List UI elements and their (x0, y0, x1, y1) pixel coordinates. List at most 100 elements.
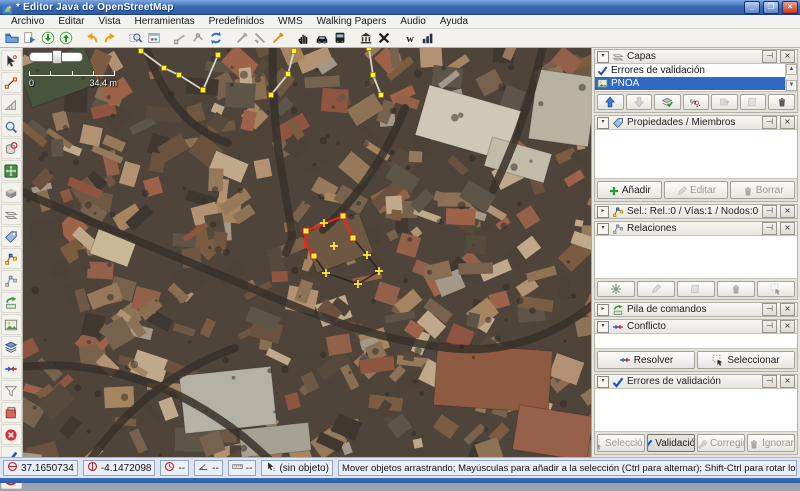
properties-dialog-toggle[interactable] (1, 314, 22, 335)
add-property-button[interactable]: Añadir (597, 181, 662, 199)
layer-up-button[interactable] (597, 94, 624, 110)
relations-collapse-toggle[interactable]: ▾ (597, 223, 609, 235)
scroll-down-icon[interactable]: ▼ (786, 80, 797, 91)
manual-preset-button[interactable] (295, 30, 313, 46)
block-tool[interactable] (1, 182, 22, 203)
menu-predefinidos[interactable]: Predefinidos (202, 16, 272, 27)
menu-editar[interactable]: Editar (51, 16, 91, 27)
scale-end-label: 34.4 m (89, 78, 117, 88)
layers-close-button[interactable]: × (780, 50, 795, 63)
waypoint-button[interactable]: w (401, 30, 419, 46)
selection-close-button[interactable]: × (780, 205, 795, 218)
properties-close-button[interactable]: × (780, 116, 795, 129)
measure-angle-tool[interactable] (1, 94, 22, 115)
menu-archivo[interactable]: Archivo (4, 16, 51, 27)
map-canvas[interactable]: 0 34.4 m (23, 48, 591, 457)
command-stack-stick-button[interactable]: ⊣ (762, 303, 777, 316)
car-preset-button[interactable] (313, 30, 331, 46)
layer-visibility-button[interactable] (654, 94, 681, 110)
relation2-icon (4, 274, 18, 288)
new-relation-button[interactable] (597, 281, 635, 297)
command-stack-icon (612, 304, 624, 316)
delete-preset-button[interactable] (375, 30, 393, 46)
properties-collapse-toggle[interactable]: ▾ (597, 117, 609, 129)
layers-collapse-toggle[interactable]: ▾ (597, 51, 609, 63)
scroll-up-icon[interactable]: ▲ (786, 64, 797, 75)
selection-stick-button[interactable]: ⊣ (762, 205, 777, 218)
chart-button[interactable] (419, 30, 437, 46)
relations-stick-button[interactable]: ⊣ (762, 222, 777, 235)
run-validation-button[interactable]: Validación (647, 434, 695, 452)
layer-delete-button[interactable] (768, 94, 795, 110)
selection-dialog-toggle[interactable] (1, 248, 22, 269)
conflict-stick-button[interactable]: ⊣ (762, 320, 777, 333)
maximize-button[interactable]: ❐ (763, 1, 779, 14)
layers-stick-button[interactable]: ⊣ (762, 50, 777, 63)
preferences-button[interactable] (145, 30, 163, 46)
error-dialog-toggle[interactable] (1, 424, 22, 445)
conflict-list[interactable] (595, 333, 797, 348)
way-tool-a-button[interactable] (171, 30, 189, 46)
layer-list-scrollbar[interactable]: ▲ ▼ (785, 64, 797, 91)
zoom-slider-handle[interactable] (52, 50, 62, 64)
upload-button[interactable] (57, 30, 75, 46)
relations-close-button[interactable]: × (780, 222, 795, 235)
relation-dialog-toggle[interactable] (1, 270, 22, 291)
layers-dialog-toggle[interactable] (1, 336, 22, 357)
conflict-dialog-toggle[interactable] (1, 358, 22, 379)
delete-tool[interactable] (1, 138, 22, 159)
command-stack-collapse-toggle[interactable]: ▸ (597, 304, 609, 316)
zoom-tool[interactable] (1, 116, 22, 137)
save-button[interactable] (21, 30, 39, 46)
longitude-icon (87, 461, 98, 475)
command-stack-toggle[interactable] (1, 292, 22, 313)
extrude-tool[interactable] (1, 204, 22, 225)
zoom-selection-button[interactable] (127, 30, 145, 46)
properties-list[interactable] (595, 129, 797, 178)
redo-button[interactable] (101, 30, 119, 46)
download-button[interactable] (39, 30, 57, 46)
minimize-button[interactable]: _ (744, 1, 760, 14)
filter-dialog-toggle[interactable] (1, 380, 22, 401)
move-tool[interactable] (1, 160, 22, 181)
menu-herramientas[interactable]: Herramientas (128, 16, 202, 27)
layer-row-validation[interactable]: Errores de validación (595, 64, 785, 77)
select-tool[interactable] (1, 50, 22, 71)
bank-preset-button[interactable] (357, 30, 375, 46)
validation-stick-button[interactable]: ⊣ (762, 375, 777, 388)
simplify-tool-button[interactable] (269, 30, 287, 46)
menu-ayuda[interactable]: Ayuda (433, 16, 475, 27)
reverse-tool-button[interactable] (251, 30, 269, 46)
menu-wms[interactable]: WMS (271, 16, 309, 27)
update-data-button[interactable] (207, 30, 225, 46)
zoom-slider[interactable] (29, 52, 83, 62)
validation-collapse-toggle[interactable]: ▾ (597, 376, 609, 388)
selection-collapse-toggle[interactable]: ▸ (597, 206, 609, 218)
magnifier-icon (4, 120, 18, 134)
layer-row-pnoa[interactable]: PNOA (595, 77, 785, 90)
menu-audio[interactable]: Audio (393, 16, 433, 27)
way-tool-b-button[interactable] (189, 30, 207, 46)
transit-preset-button[interactable] (331, 30, 349, 46)
draw-node-tool[interactable] (1, 72, 22, 93)
validation-close-button[interactable]: × (780, 375, 795, 388)
menu-walking-papers[interactable]: Walking Papers (310, 16, 394, 27)
changeset-dialog-toggle[interactable] (1, 402, 22, 423)
validation-list[interactable] (595, 388, 797, 431)
command-stack-close-button[interactable]: × (780, 303, 795, 316)
resolve-conflict-button[interactable]: Resolver (597, 351, 695, 369)
layer-opacity-button[interactable]: % (683, 94, 710, 110)
latitude-readout: 37.1650734 (3, 460, 78, 476)
tag-dialog-toggle[interactable] (1, 226, 22, 247)
select-conflict-button[interactable]: Seleccionar (697, 351, 795, 369)
download-icon (41, 31, 55, 45)
close-button[interactable]: × (782, 1, 798, 14)
conflict-collapse-toggle[interactable]: ▾ (597, 321, 609, 333)
open-file-button[interactable] (3, 30, 21, 46)
combine-tool-button[interactable] (233, 30, 251, 46)
undo-button[interactable] (83, 30, 101, 46)
conflict-close-button[interactable]: × (780, 320, 795, 333)
properties-stick-button[interactable]: ⊣ (762, 116, 777, 129)
relations-list[interactable] (595, 235, 797, 278)
menu-vista[interactable]: Vista (91, 16, 127, 27)
